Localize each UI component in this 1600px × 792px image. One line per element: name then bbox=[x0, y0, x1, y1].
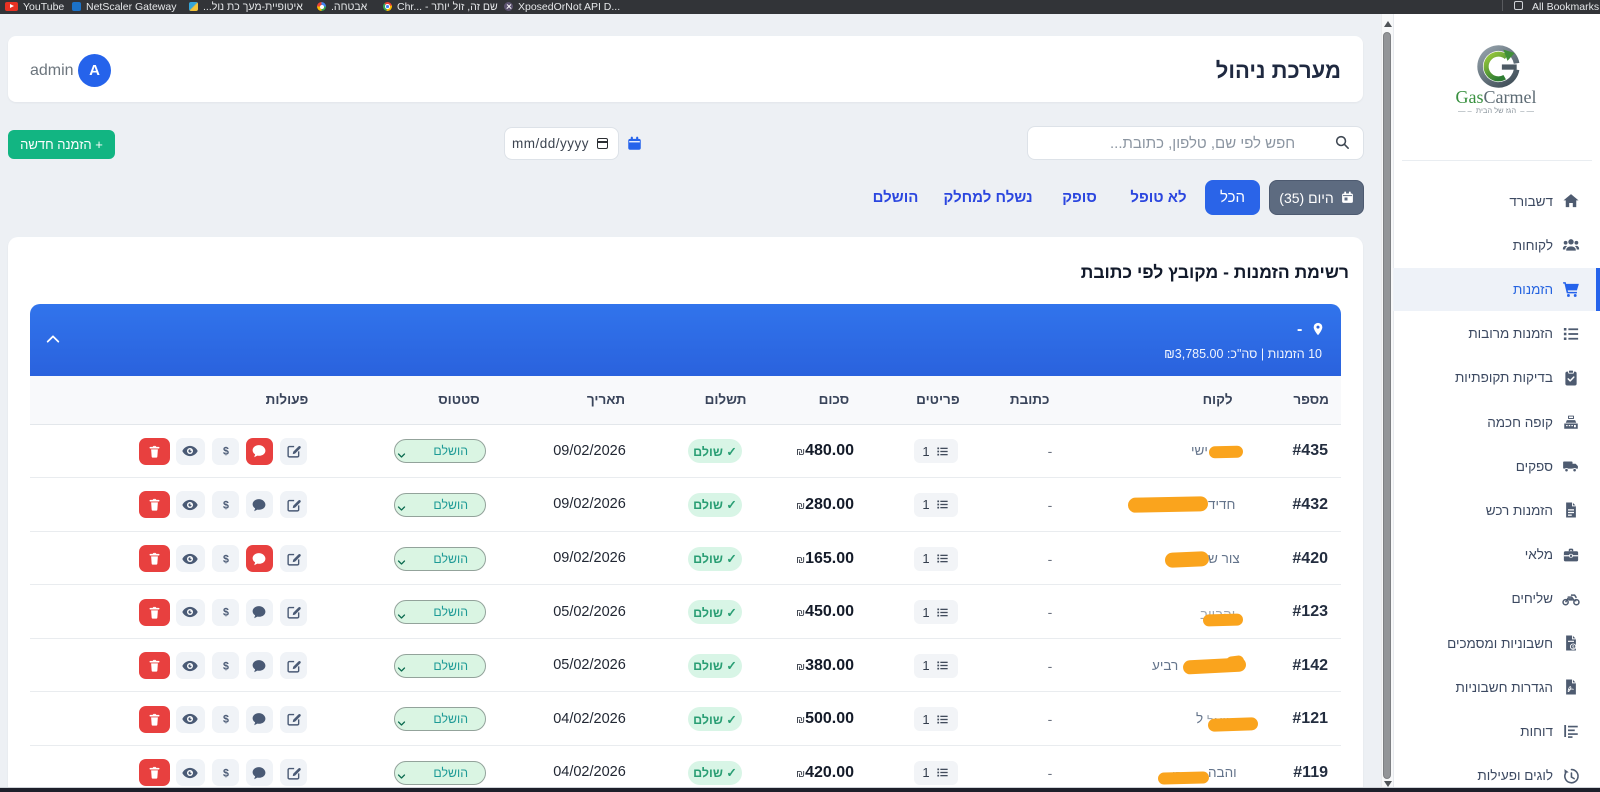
svg-text:$: $ bbox=[1572, 644, 1575, 650]
svg-text:$: $ bbox=[223, 446, 229, 458]
svg-text:$: $ bbox=[223, 607, 229, 619]
svg-text:$: $ bbox=[223, 553, 229, 565]
svg-text:$: $ bbox=[223, 714, 229, 726]
svg-text:$: $ bbox=[223, 660, 229, 672]
svg-text:$: $ bbox=[223, 500, 229, 512]
svg-text:$: $ bbox=[223, 768, 229, 780]
